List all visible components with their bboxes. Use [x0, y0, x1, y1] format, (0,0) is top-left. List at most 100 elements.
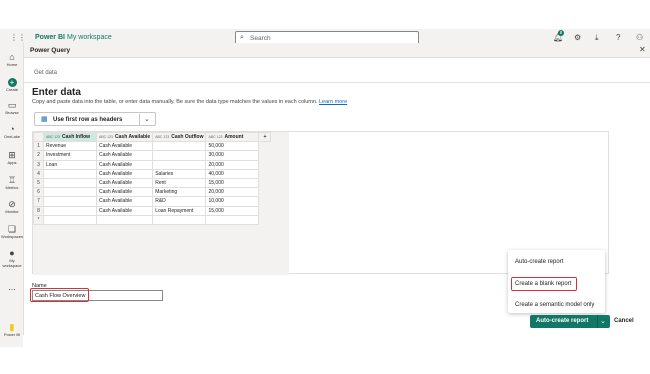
- power-bi-switcher[interactable]: ▮ Power BI: [2, 322, 22, 344]
- close-icon[interactable]: ✕: [639, 45, 646, 54]
- table-cell[interactable]: 20,000: [205, 187, 260, 198]
- row-number[interactable]: 6: [33, 187, 44, 198]
- cancel-button[interactable]: Cancel: [614, 318, 634, 324]
- avatar-icon: ●: [9, 248, 15, 258]
- table-cell[interactable]: Loan Repayment: [152, 205, 207, 216]
- column-header-cash-available[interactable]: ABC 123 Cash Available: [95, 131, 154, 143]
- workspace-breadcrumb[interactable]: My workspace: [67, 34, 112, 41]
- menu-item-auto-create-report[interactable]: Auto-create report: [515, 259, 563, 265]
- button-label: Use first row as headers: [53, 117, 123, 123]
- divider: [139, 114, 140, 125]
- chevron-down-icon[interactable]: ⌄: [144, 115, 150, 123]
- nav-create[interactable]: + Create: [1, 77, 23, 92]
- button-label: Auto-create report: [536, 318, 589, 324]
- use-first-row-as-headers-button[interactable]: ▦ Use first row as headers ⌄: [34, 112, 156, 126]
- table-cell[interactable]: [43, 187, 97, 198]
- type-icon[interactable]: ABC 123: [99, 135, 113, 139]
- table-cell[interactable]: Cash Available: [95, 168, 154, 179]
- table-cell[interactable]: 20,000: [205, 159, 260, 170]
- add-column-button[interactable]: +: [258, 131, 272, 143]
- column-header-amount[interactable]: ABC 123 Amount: [205, 131, 260, 143]
- nav-more[interactable]: ...: [1, 282, 23, 292]
- nav-metrics[interactable]: ♖ Metrics: [1, 175, 23, 190]
- learn-more-link[interactable]: Learn more: [319, 99, 347, 105]
- highlight-box: [511, 277, 577, 291]
- table-cell[interactable]: Cash Available: [95, 159, 154, 170]
- row-number[interactable]: 7: [33, 196, 44, 207]
- table-cell[interactable]: R&D: [152, 196, 207, 207]
- table-cell[interactable]: [43, 177, 97, 189]
- nav-label: Metrics: [5, 185, 19, 190]
- table-cell-empty: [258, 206, 271, 216]
- app-launcher-icon[interactable]: ⋮⋮: [10, 33, 26, 42]
- table-cell[interactable]: Revenue: [43, 141, 97, 152]
- nav-home[interactable]: ⌂ Home: [1, 52, 23, 67]
- row-number[interactable]: 2: [33, 150, 44, 161]
- share-icon[interactable]: ⚇: [636, 33, 643, 42]
- table-cell[interactable]: Rent: [152, 177, 207, 189]
- nav-label: OneLake: [3, 134, 21, 139]
- table-cell[interactable]: 30,000: [205, 150, 260, 161]
- help-icon[interactable]: ?: [616, 33, 620, 42]
- table-cell[interactable]: [152, 141, 207, 152]
- table-cell[interactable]: [95, 214, 154, 225]
- nav-browse[interactable]: ▭ Browse: [1, 100, 23, 115]
- auto-create-report-button[interactable]: Auto-create report ⌄: [530, 315, 610, 328]
- brand-label[interactable]: Power BI: [35, 34, 65, 41]
- table-cell[interactable]: Marketing: [152, 187, 207, 198]
- row-number[interactable]: 1: [33, 141, 44, 152]
- table-row: 3 Loan Cash Available 20,000: [33, 159, 271, 170]
- table-cell[interactable]: 15,000: [205, 177, 260, 189]
- table-cell[interactable]: Cash Available: [95, 196, 154, 207]
- data-table: ABC 123 Cash Inflow ABC 123 Cash Available…: [33, 131, 272, 225]
- new-row: *: [33, 214, 271, 225]
- power-bi-window: ⋮⋮ Power BI My workspace ⌕ Search 🔔︎ 8 ⚙…: [0, 0, 650, 374]
- table-cell-empty: [258, 187, 271, 197]
- table-cell[interactable]: 50,000: [205, 141, 260, 152]
- gear-icon[interactable]: ⚙: [574, 33, 581, 42]
- type-icon[interactable]: ABC 123: [46, 135, 60, 139]
- type-icon[interactable]: ABC 123: [155, 135, 169, 139]
- table-cell[interactable]: [152, 159, 207, 170]
- nav-workspaces[interactable]: ❏ Workspaces: [1, 224, 23, 239]
- page-description: Copy and paste data into the table, or e…: [32, 99, 347, 105]
- table-cell[interactable]: Salaries: [152, 168, 207, 179]
- table-row: 6 Cash Available Marketing 20,000: [33, 187, 271, 198]
- apps-icon: ⊞: [8, 150, 16, 160]
- nav-apps[interactable]: ⊞ Apps: [1, 150, 23, 165]
- column-name: Cash Available: [115, 134, 151, 141]
- table-cell[interactable]: Cash Available: [95, 150, 154, 161]
- add-row-button[interactable]: *: [33, 214, 44, 225]
- table-cell[interactable]: [43, 196, 97, 207]
- onelake-icon: ◔: [9, 124, 15, 134]
- table-cell[interactable]: 10,000: [205, 196, 260, 207]
- table-cell-empty: [258, 150, 271, 161]
- column-header-cash-inflow[interactable]: ABC 123 Cash Inflow: [43, 131, 97, 143]
- table-cell[interactable]: [152, 214, 207, 225]
- column-header-cash-outflow[interactable]: ABC 123 Cash Outflow: [152, 131, 207, 143]
- nav-my-workspace[interactable]: ● My workspace: [1, 248, 23, 268]
- table-cell[interactable]: Cash Available: [95, 141, 154, 152]
- table-cell[interactable]: [43, 168, 97, 179]
- nav-onelake[interactable]: ◔ OneLake: [1, 124, 23, 139]
- table-cell[interactable]: [205, 214, 260, 225]
- table-cell[interactable]: [152, 150, 207, 161]
- table-cell[interactable]: Cash Available: [95, 205, 154, 216]
- table-cell[interactable]: [43, 214, 97, 225]
- row-number[interactable]: 3: [33, 159, 44, 170]
- download-icon[interactable]: ⤓: [595, 33, 599, 43]
- row-number[interactable]: 5: [33, 177, 44, 189]
- menu-item-create-semantic-model[interactable]: Create a semantic model only: [515, 302, 594, 308]
- type-icon[interactable]: ABC 123: [208, 135, 222, 139]
- chevron-down-icon[interactable]: ⌄: [600, 317, 606, 325]
- table-cell[interactable]: Loan: [43, 159, 97, 170]
- table-cell[interactable]: Cash Available: [95, 177, 154, 189]
- row-number[interactable]: 8: [33, 205, 44, 216]
- table-cell[interactable]: Cash Available: [95, 187, 154, 198]
- row-number[interactable]: 4: [33, 168, 44, 179]
- table-cell[interactable]: 15,000: [205, 205, 260, 216]
- table-cell[interactable]: [43, 205, 97, 216]
- table-cell[interactable]: 40,000: [205, 168, 260, 179]
- table-cell[interactable]: Investment: [43, 150, 97, 161]
- nav-monitor[interactable]: ⊘ Monitor: [1, 199, 23, 214]
